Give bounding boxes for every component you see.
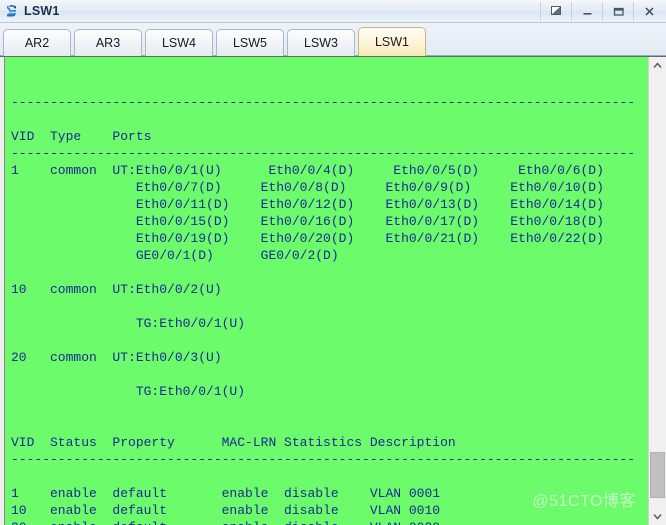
tab-label: LSW1 bbox=[374, 35, 410, 49]
terminal-line: ----------------------------------------… bbox=[11, 95, 636, 110]
restore-button[interactable] bbox=[540, 1, 571, 21]
scroll-up-button[interactable] bbox=[649, 57, 666, 74]
terminal-line: GE0/0/1(D) GE0/0/2(D) bbox=[11, 248, 339, 263]
tab-label: AR3 bbox=[95, 36, 121, 50]
terminal-line: Eth0/0/7(D) Eth0/0/8(D) Eth0/0/9(D) Eth0… bbox=[11, 180, 604, 195]
tab-label: AR2 bbox=[24, 36, 50, 50]
terminal-line: VID Status Property MAC-LRN Statistics D… bbox=[11, 435, 456, 450]
tab-label: LSW5 bbox=[232, 36, 268, 50]
terminal-line: Eth0/0/15(D) Eth0/0/16(D) Eth0/0/17(D) E… bbox=[11, 214, 604, 229]
window-controls bbox=[540, 1, 664, 21]
terminal-line: 1 enable default enable disable VLAN 000… bbox=[11, 486, 441, 501]
title-bar: LSW1 bbox=[0, 0, 666, 23]
maximize-button[interactable] bbox=[602, 1, 633, 21]
chevron-up-icon bbox=[653, 62, 662, 68]
chevron-down-icon bbox=[653, 514, 662, 520]
terminal-line: VID Type Ports bbox=[11, 129, 152, 144]
terminal-line-list: ----------------------------------------… bbox=[11, 94, 648, 525]
tab-lsw5[interactable]: LSW5 bbox=[216, 29, 284, 56]
terminal-line: 20 common UT:Eth0/0/3(U) bbox=[11, 350, 222, 365]
tab-lsw3[interactable]: LSW3 bbox=[287, 29, 355, 56]
terminal-line: Eth0/0/11(D) Eth0/0/12(D) Eth0/0/13(D) E… bbox=[11, 197, 604, 212]
terminal-line: 10 common UT:Eth0/0/2(U) bbox=[11, 282, 222, 297]
tab-ar2[interactable]: AR2 bbox=[3, 29, 71, 56]
tab-lsw4[interactable]: LSW4 bbox=[145, 29, 213, 56]
scrollbar-track[interactable] bbox=[649, 74, 666, 508]
ensp-device-window: LSW1 AR2 AR3 LSW4 LSW5 LSW3 LSW1 -------… bbox=[0, 0, 666, 525]
terminal-scrollbar[interactable] bbox=[648, 57, 666, 525]
device-tab-strip: AR2 AR3 LSW4 LSW5 LSW3 LSW1 bbox=[0, 23, 666, 56]
scrollbar-thumb[interactable] bbox=[650, 452, 665, 498]
tab-ar3[interactable]: AR3 bbox=[74, 29, 142, 56]
terminal-area: ----------------------------------------… bbox=[0, 56, 666, 525]
switch-icon bbox=[4, 3, 21, 20]
terminal-line: TG:Eth0/0/1(U) bbox=[11, 316, 246, 331]
tab-label: LSW4 bbox=[161, 36, 197, 50]
tab-lsw1[interactable]: LSW1 bbox=[358, 27, 426, 56]
terminal-line: ----------------------------------------… bbox=[11, 146, 636, 161]
terminal-line: TG:Eth0/0/1(U) bbox=[11, 384, 246, 399]
terminal-line: 10 enable default enable disable VLAN 00… bbox=[11, 503, 441, 518]
scroll-down-button[interactable] bbox=[649, 508, 666, 525]
tab-label: LSW3 bbox=[303, 36, 339, 50]
terminal-line: Eth0/0/19(D) Eth0/0/20(D) Eth0/0/21(D) E… bbox=[11, 231, 604, 246]
terminal-output[interactable]: ----------------------------------------… bbox=[5, 57, 648, 525]
terminal-line: 20 enable default enable disable VLAN 00… bbox=[11, 519, 648, 525]
close-button[interactable] bbox=[633, 1, 664, 21]
terminal-line: ----------------------------------------… bbox=[11, 452, 636, 467]
terminal-line: 1 common UT:Eth0/0/1(U) Eth0/0/4(D) Eth0… bbox=[11, 163, 604, 178]
minimize-button[interactable] bbox=[571, 1, 602, 21]
window-title: LSW1 bbox=[24, 4, 60, 18]
